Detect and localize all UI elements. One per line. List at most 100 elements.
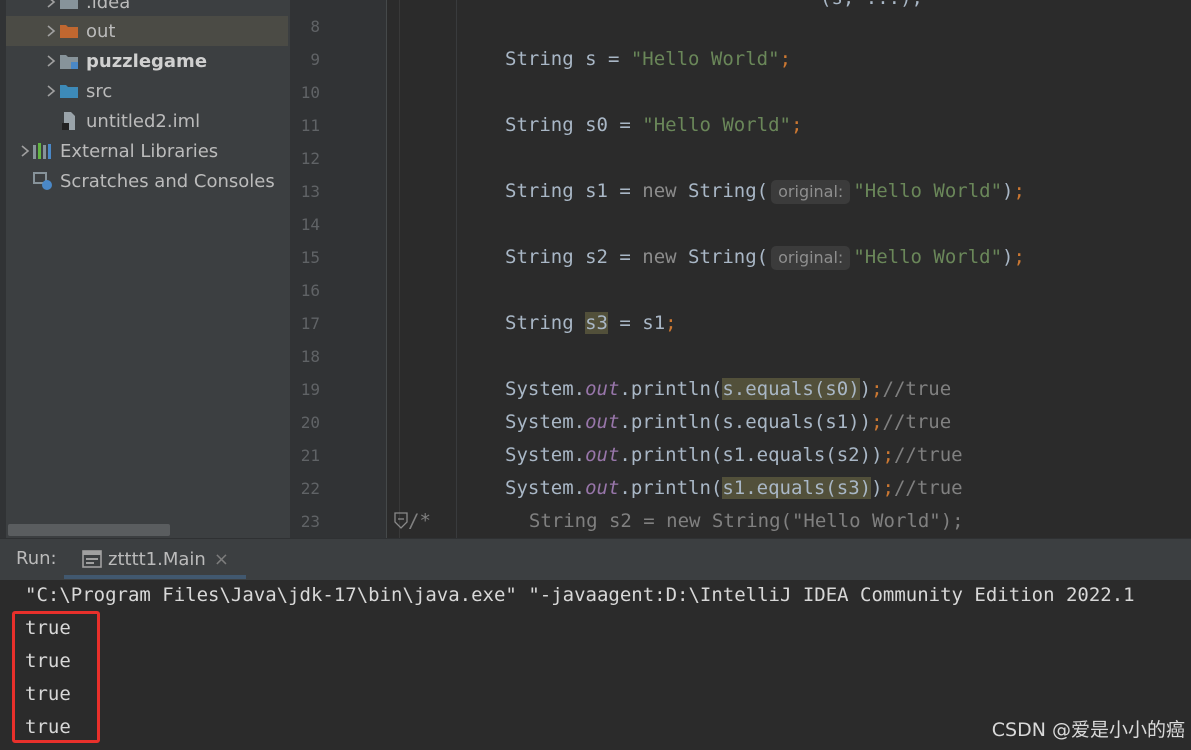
code-text: ) [871, 477, 883, 499]
code-line-22: System.out.println(s1.equals(s3));//true [505, 476, 963, 500]
tree-item-external-libraries[interactable]: External Libraries [6, 136, 290, 166]
code-text: .println(s1.equals(s2)) [619, 444, 883, 466]
code-fragment: (s, ...); [820, 0, 923, 9]
code-text: System. [505, 444, 586, 466]
tree-item-label: External Libraries [60, 140, 219, 162]
code-text: = s1 [607, 312, 666, 334]
line-number: 20 [300, 413, 320, 432]
code-text: .println( [619, 378, 723, 400]
line-comment: //true [893, 444, 963, 466]
line-comment: //true [882, 411, 952, 433]
line-number: 10 [300, 83, 320, 102]
chevron-right-icon[interactable] [44, 0, 58, 17]
block-comment-open: /* [408, 510, 431, 532]
close-icon[interactable]: × [214, 549, 229, 570]
code-text: System. [505, 378, 586, 400]
console-command-line: "C:\Program Files\Java\jdk-17\bin\java.e… [25, 584, 1135, 606]
static-field: out [585, 477, 620, 499]
line-number: 12 [300, 149, 320, 168]
string-literal: "Hello World" [853, 180, 1003, 202]
static-field: out [585, 444, 620, 466]
parameter-hint: original: [771, 246, 851, 270]
code-line-9: String s = "Hello World"; [505, 47, 791, 71]
tree-item-puzzlegame[interactable]: puzzlegame [6, 46, 290, 76]
run-label: Run: [16, 548, 57, 569]
string-literal: "Hello World" [642, 114, 791, 136]
code-line-23: /* String s2 = new String("Hello World"); [408, 509, 964, 533]
line-number: 15 [300, 248, 320, 267]
console-icon [82, 550, 102, 568]
block-comment-text: String s2 = new String("Hello World"); [528, 510, 964, 532]
string-literal: "Hello World" [853, 246, 1003, 268]
code-line-13: String s1 = new String(original: "Hello W… [505, 180, 1025, 204]
code-line-19: System.out.println(s.equals(s0));//true [505, 377, 951, 401]
semicolon: ; [779, 48, 792, 70]
highlighted-expression: s1.equals(s3) [722, 477, 872, 499]
line-number: 11 [300, 116, 320, 135]
highlighted-identifier: s3 [585, 312, 608, 334]
horizontal-scrollbar[interactable] [8, 524, 170, 536]
module-folder-icon [58, 51, 80, 71]
code-text: ) [859, 378, 872, 400]
fold-gutter [387, 0, 400, 538]
line-number: 22 [300, 479, 320, 498]
line-number: 8 [310, 17, 320, 36]
line-number: 18 [300, 347, 320, 366]
annotation-highlight-box [12, 611, 100, 743]
code-line-17: String s3 = s1; [505, 311, 677, 335]
code-editor[interactable]: (s, ...); String s = "Hello World"; Stri… [400, 0, 1191, 538]
code-text: String( [676, 180, 769, 202]
line-number: 21 [300, 446, 320, 465]
semicolon: ; [871, 411, 883, 433]
code-line-7-fragment: (s, ...); [820, 0, 923, 10]
libraries-icon [32, 141, 54, 161]
active-tab-indicator [64, 575, 246, 579]
scratches-icon [32, 171, 54, 191]
code-line-20: System.out.println(s.equals(s1));//true [505, 410, 951, 434]
excluded-folder-icon [58, 21, 80, 41]
line-number: 19 [300, 380, 320, 399]
semicolon: ; [665, 312, 677, 334]
chevron-right-icon[interactable] [18, 136, 32, 166]
code-text: String s2 = [505, 246, 643, 268]
tree-item-label: untitled2.iml [86, 110, 201, 132]
line-number: 16 [300, 281, 320, 300]
line-number: 14 [300, 215, 320, 234]
run-tab-title: ztttt1.Main [108, 548, 206, 570]
tree-item-label: out [86, 20, 116, 42]
static-field: out [585, 411, 620, 433]
chevron-right-icon[interactable] [44, 16, 58, 46]
new-keyword: new [642, 180, 677, 202]
tree-item-out[interactable]: out [6, 16, 288, 46]
tree-item-label: Scratches and Consoles [60, 170, 275, 192]
semicolon: ; [871, 378, 883, 400]
code-text: System. [505, 411, 586, 433]
chevron-right-icon[interactable] [44, 76, 58, 106]
parameter-hint: original: [771, 180, 851, 204]
tree-item-label: .idea [86, 0, 131, 13]
code-text: String s0 = [505, 114, 643, 136]
tree-item-scratches[interactable]: Scratches and Consoles [6, 166, 290, 196]
line-number: 23 [300, 512, 320, 531]
editor-gutter: 8 9 10 11 12 13 14 15 16 17 18 19 20 21 … [290, 0, 387, 538]
semicolon: ; [882, 477, 894, 499]
semicolon: ; [1013, 246, 1025, 268]
highlighted-expression: s.equals(s0) [722, 378, 860, 400]
code-text: .println(s.equals(s1)) [619, 411, 872, 433]
semicolon: ; [791, 114, 803, 136]
code-line-15: String s2 = new String(original: "Hello W… [505, 246, 1025, 270]
run-tab[interactable]: ztttt1.Main × [64, 540, 246, 578]
code-line-21: System.out.println(s1.equals(s2));//true [505, 443, 963, 467]
watermark: CSDN @爱是小小的癌 [991, 719, 1185, 741]
chevron-right-icon[interactable] [44, 46, 58, 76]
tree-item-src[interactable]: src [6, 76, 290, 106]
line-number: 17 [300, 314, 320, 333]
code-text: String [505, 312, 586, 334]
tree-item-untitled2-iml[interactable]: untitled2.iml [6, 106, 290, 136]
code-text: String s1 = [505, 180, 643, 202]
folder-icon [58, 0, 80, 12]
line-number: 13 [300, 182, 320, 201]
semicolon: ; [882, 444, 894, 466]
line-number: 9 [310, 50, 320, 69]
tree-item-idea[interactable]: .idea [6, 0, 290, 17]
